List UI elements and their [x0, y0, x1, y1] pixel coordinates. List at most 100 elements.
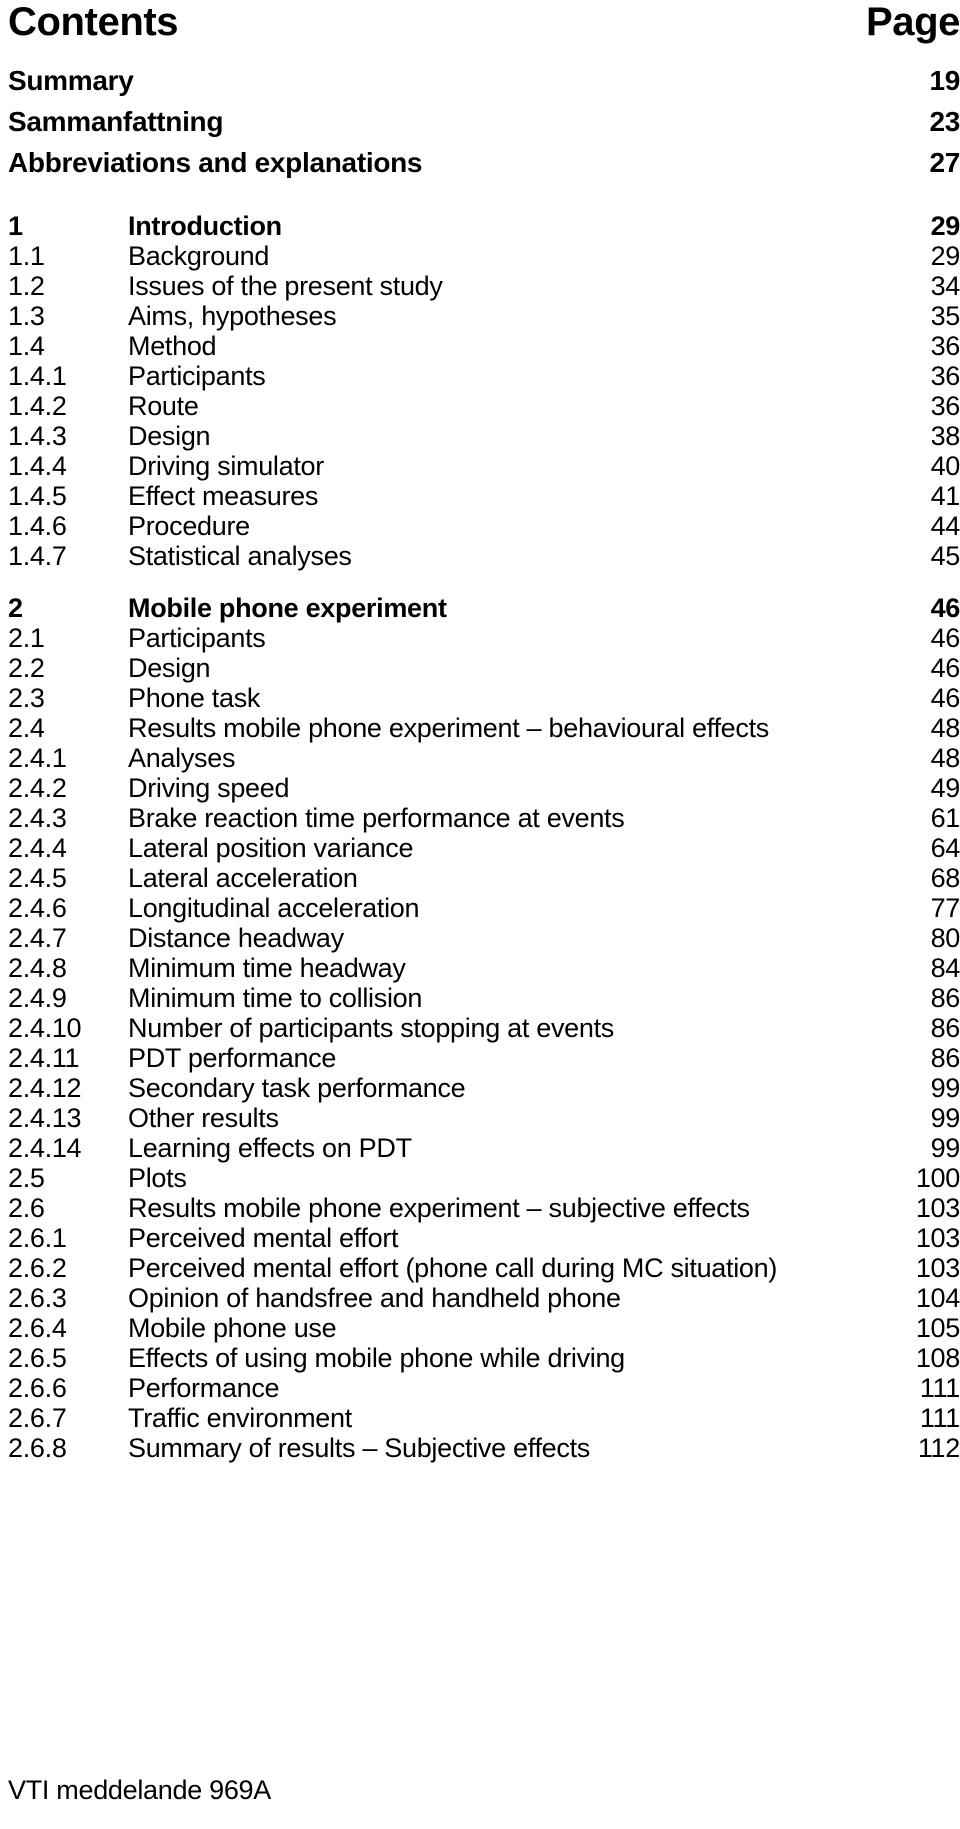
toc-entry-page-number: 77 [930, 893, 960, 923]
toc-entry-page-number: 84 [930, 953, 960, 983]
toc-entry-label: Procedure [128, 511, 250, 541]
toc-entry[interactable]: 2.6.2 Perceived mental effort (phone call… [8, 1253, 960, 1283]
toc-entry-label: Design [128, 421, 211, 451]
toc-entry[interactable]: 1.4.5 Effect measures 41 [8, 481, 960, 511]
toc-entry[interactable]: 2.4.6 Longitudinal acceleration 77 [8, 893, 960, 923]
toc-entry[interactable]: 1.4.3 Design 38 [8, 421, 960, 451]
toc-entry[interactable]: 2.4 Results mobile phone experiment – beh… [8, 713, 960, 743]
toc-entry-number: 2.4.7 [8, 923, 67, 953]
toc-entry[interactable]: 1.3 Aims, hypotheses 35 [8, 301, 960, 331]
toc-entry-label: Method [128, 331, 217, 361]
toc-entry[interactable]: 2.1 Participants 46 [8, 623, 960, 653]
toc-entry-page-number: 35 [930, 301, 960, 331]
toc-entry[interactable]: 2.6 Results mobile phone experiment – sub… [8, 1193, 960, 1223]
toc-entry[interactable]: 2.4.2 Driving speed 49 [8, 773, 960, 803]
toc-entry[interactable]: 2.4.10 Number of participants stopping at… [8, 1013, 960, 1043]
toc-entry-number: 1.4.5 [8, 481, 67, 511]
toc-entry[interactable]: 2 Mobile phone experiment 46 [8, 593, 960, 623]
toc-entry[interactable]: 1.1 Background 29 [8, 241, 960, 271]
toc-entry-page-number: 103 [915, 1253, 960, 1283]
toc-front-matter-entry[interactable]: Sammanfattning 23 [8, 101, 960, 142]
toc-entry-label: Effects of using mobile phone while driv… [128, 1343, 625, 1373]
toc-entry[interactable]: 1.4.2 Route 36 [8, 391, 960, 421]
toc-entry-page-number: 99 [930, 1103, 960, 1133]
toc-entry-number: 2.4.10 [8, 1013, 82, 1043]
toc-entry-number: 1.4.4 [8, 451, 67, 481]
toc-entry[interactable]: 2.4.4 Lateral position variance 64 [8, 833, 960, 863]
toc-front-matter-entry[interactable]: Summary 19 [8, 60, 960, 101]
toc-entry-page-number: 41 [930, 481, 960, 511]
toc-entry[interactable]: 1.4.7 Statistical analyses 45 [8, 541, 960, 571]
toc-entry[interactable]: 1.4.1 Participants 36 [8, 361, 960, 391]
toc-entry-page-number: 36 [930, 331, 960, 361]
toc-entry[interactable]: 2.3 Phone task 46 [8, 683, 960, 713]
toc-entry-number: 2.6.6 [8, 1373, 67, 1403]
toc-entry-label: Learning effects on PDT [128, 1133, 412, 1163]
toc-entry[interactable]: 2.4.8 Minimum time headway 84 [8, 953, 960, 983]
toc-entry-page-number: 68 [930, 863, 960, 893]
toc-entry[interactable]: 2.4.5 Lateral acceleration 68 [8, 863, 960, 893]
toc-entry[interactable]: 2.4.1 Analyses 48 [8, 743, 960, 773]
toc-entry-number: 2.6.3 [8, 1283, 67, 1313]
toc-entry[interactable]: 2.4.11 PDT performance 86 [8, 1043, 960, 1073]
toc-entry-page-number: 45 [930, 541, 960, 571]
toc-entry[interactable]: 2.4.14 Learning effects on PDT 99 [8, 1133, 960, 1163]
page-title: Contents [8, 0, 179, 44]
toc-entry-page-number: 105 [915, 1313, 960, 1343]
toc-entry-page-number: 44 [930, 511, 960, 541]
toc-entry[interactable]: 2.6.6 Performance 111 [8, 1373, 960, 1403]
toc-entry[interactable]: 2.4.13 Other results 99 [8, 1103, 960, 1133]
toc-entry-number: 2.4.8 [8, 953, 67, 983]
toc-entry-number: 2.6.1 [8, 1223, 67, 1253]
toc-entry-number: 2 [8, 593, 23, 623]
toc-entry-label: Lateral acceleration [128, 863, 358, 893]
toc-entry[interactable]: 2.6.1 Perceived mental effort 103 [8, 1223, 960, 1253]
toc-entry-page-number: 104 [915, 1283, 960, 1313]
toc-entry[interactable]: 1 Introduction 29 [8, 211, 960, 241]
toc-entry-label: Secondary task performance [128, 1073, 466, 1103]
toc-entry[interactable]: 2.6.4 Mobile phone use 105 [8, 1313, 960, 1343]
toc-entry[interactable]: 2.6.5 Effects of using mobile phone while… [8, 1343, 960, 1373]
toc-entry[interactable]: 1.4 Method 36 [8, 331, 960, 361]
toc-entry[interactable]: 1.4.4 Driving simulator 40 [8, 451, 960, 481]
toc-entry[interactable]: 2.6.8 Summary of results – Subjective eff… [8, 1433, 960, 1463]
toc-entry-page-number: 48 [930, 713, 960, 743]
toc-entry-number: 1.4.3 [8, 421, 67, 451]
toc-entry[interactable]: 2.5 Plots 100 [8, 1163, 960, 1193]
toc-entry-number: 2.4.4 [8, 833, 67, 863]
toc-entry-number: 2.6.4 [8, 1313, 67, 1343]
toc-entry-label: PDT performance [128, 1043, 337, 1073]
toc-entry-label: Effect measures [128, 481, 319, 511]
toc-front-matter-entry[interactable]: Abbreviations and explanations 27 [8, 142, 960, 183]
toc-entry-page-number: 100 [915, 1163, 960, 1193]
toc-entry[interactable]: 2.4.12 Secondary task performance 99 [8, 1073, 960, 1103]
toc-entry-page-number: 86 [930, 1043, 960, 1073]
toc-entry-label: Minimum time headway [128, 953, 406, 983]
toc-entry-label: Minimum time to collision [128, 983, 423, 1013]
toc-entry[interactable]: 2.6.3 Opinion of handsfree and handheld p… [8, 1283, 960, 1313]
toc-entry-page-number: 36 [930, 391, 960, 421]
toc-entry-number: 2.6.2 [8, 1253, 67, 1283]
toc-entry[interactable]: 2.2 Design 46 [8, 653, 960, 683]
toc-entry-label: Phone task [128, 683, 261, 713]
toc-entry[interactable]: 2.4.7 Distance headway 80 [8, 923, 960, 953]
toc-entry-number: 2.6.7 [8, 1403, 67, 1433]
toc-entry-number: 2.4.3 [8, 803, 67, 833]
toc-entry-page-number: 111 [919, 1403, 960, 1433]
toc-entry[interactable]: 1.4.6 Procedure 44 [8, 511, 960, 541]
toc-entry-label: Traffic environment [128, 1403, 352, 1433]
toc-entry-label: Mobile phone use [128, 1313, 337, 1343]
toc-entry-label: Analyses [128, 743, 236, 773]
toc-entry-page-number: 108 [915, 1343, 960, 1373]
toc-entry[interactable]: 1.2 Issues of the present study 34 [8, 271, 960, 301]
toc-entry-number: 1.3 [8, 301, 45, 331]
toc-entry[interactable]: 2.4.9 Minimum time to collision 86 [8, 983, 960, 1013]
toc-entry-page-number: 112 [917, 1433, 960, 1463]
toc-entry[interactable]: 2.6.7 Traffic environment 111 [8, 1403, 960, 1433]
toc-entry-label: Summary [8, 65, 134, 96]
toc-entry[interactable]: 2.4.3 Brake reaction time performance at … [8, 803, 960, 833]
toc-entry-label: Perceived mental effort [128, 1223, 399, 1253]
toc-entry-number: 2.4.2 [8, 773, 67, 803]
